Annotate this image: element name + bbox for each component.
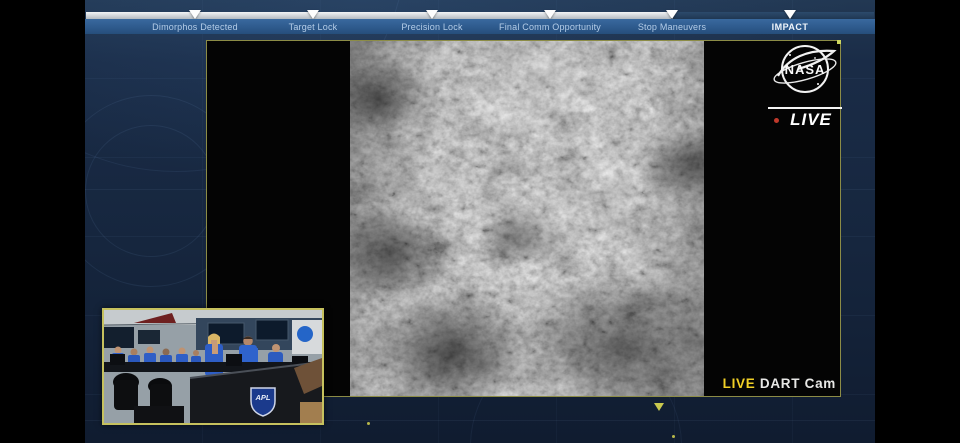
milestone-marker-icon — [666, 10, 678, 19]
milestone-label-band: Dimorphos Detected Target Lock Precision… — [85, 19, 875, 34]
nasa-logo-text: NASA — [785, 62, 826, 77]
asteroid-surface-image — [350, 41, 704, 396]
mission-control-scene: APL — [104, 310, 322, 423]
mission-progress-track — [86, 12, 874, 19]
live-dot-icon — [774, 118, 779, 123]
nasa-wall-logo-icon — [297, 326, 313, 342]
milestone-label-stop-maneuvers: Stop Maneuvers — [638, 22, 706, 32]
apl-shield: APL — [251, 388, 275, 416]
camera-name-label: DART Cam — [760, 376, 836, 391]
live-divider — [768, 107, 842, 109]
pip-mission-control: APL — [102, 308, 324, 425]
camera-live-label: LIVE — [723, 376, 756, 391]
milestone-marker-icon — [307, 10, 319, 19]
map-dot-icon — [672, 435, 675, 438]
live-label: LIVE — [780, 110, 842, 130]
map-dot-icon — [367, 422, 370, 425]
map-cursor-down-icon — [654, 403, 664, 411]
milestone-label-precision-lock: Precision Lock — [401, 22, 462, 32]
milestone-marker-icon — [544, 10, 556, 19]
letterbox-right — [875, 0, 960, 443]
milestone-label-dimorphos-detected: Dimorphos Detected — [152, 22, 238, 32]
broadcast-frame: Dimorphos Detected Target Lock Precision… — [0, 0, 960, 443]
nasa-meatball-icon: NASA — [768, 42, 842, 98]
milestone-label-target-lock: Target Lock — [289, 22, 338, 32]
milestone-marker-icon — [784, 10, 796, 19]
milestone-marker-icon — [426, 10, 438, 19]
asteroid-shadow-overlay — [350, 41, 704, 396]
milestone-marker-icon — [189, 10, 201, 19]
mission-progress-fill — [86, 12, 671, 19]
nasa-live-badge: NASA LIVE — [768, 42, 842, 130]
apl-shield-label: APL — [255, 393, 271, 402]
milestone-label-final-comm: Final Comm Opportunity — [499, 22, 601, 32]
milestone-label-impact: IMPACT — [772, 22, 809, 32]
letterbox-left — [0, 0, 85, 443]
